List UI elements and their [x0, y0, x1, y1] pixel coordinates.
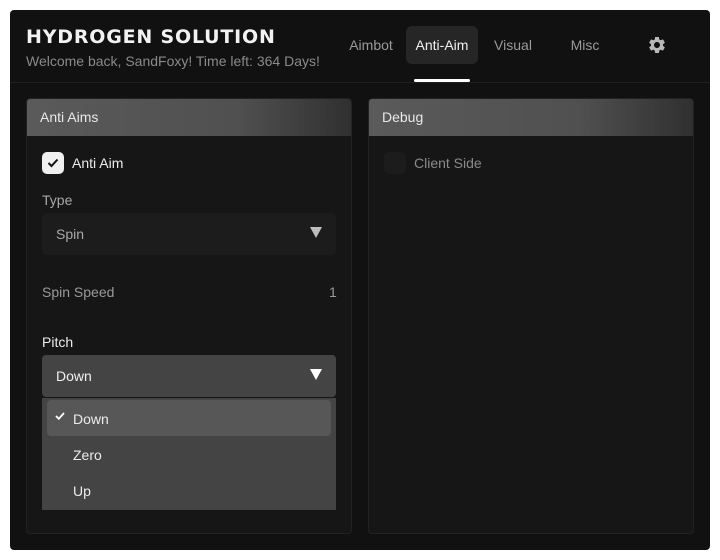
anti-aim-checkbox[interactable] — [42, 152, 64, 174]
gear-icon[interactable] — [647, 35, 667, 55]
debug-panel: Debug Client Side — [368, 98, 694, 534]
check-icon — [47, 158, 59, 168]
chevron-down-icon — [310, 227, 322, 238]
pitch-option-label: Up — [73, 483, 91, 499]
tab-misc[interactable]: Misc — [555, 26, 615, 64]
tab-aimbot[interactable]: Aimbot — [338, 26, 404, 64]
anti-aim-label: Anti Aim — [72, 155, 124, 171]
pitch-option-label: Zero — [73, 447, 102, 463]
pitch-option-down[interactable]: Down — [47, 400, 331, 436]
anti-aims-panel: Anti Aims Anti Aim Type Spin Spin Speed … — [26, 98, 352, 534]
spin-speed-value: 1 — [329, 284, 337, 300]
app-title: HYDROGEN SOLUTION — [26, 26, 276, 48]
pitch-label: Pitch — [42, 334, 74, 350]
spin-speed-label: Spin Speed — [42, 284, 115, 300]
chevron-down-icon — [310, 369, 322, 380]
pitch-option-label: Down — [73, 411, 109, 427]
pitch-option-zero[interactable]: Zero — [47, 436, 331, 472]
tab-visual[interactable]: Visual — [482, 26, 544, 64]
tab-anti-aim[interactable]: Anti-Aim — [406, 26, 478, 64]
type-label: Type — [42, 192, 73, 208]
type-select-value: Spin — [56, 226, 85, 242]
welcome-text: Welcome back, SandFoxy! Time left: 364 D… — [26, 53, 320, 69]
debug-panel-title: Debug — [369, 99, 693, 136]
main-window: HYDROGEN SOLUTION Welcome back, SandFoxy… — [10, 10, 710, 550]
pitch-select[interactable]: Down — [42, 355, 336, 397]
pitch-option-up[interactable]: Up — [47, 472, 331, 508]
client-side-checkbox[interactable] — [384, 152, 406, 174]
anti-aims-panel-title: Anti Aims — [27, 99, 351, 136]
header: HYDROGEN SOLUTION Welcome back, SandFoxy… — [10, 10, 710, 83]
type-select[interactable]: Spin — [42, 213, 336, 255]
client-side-label: Client Side — [414, 155, 482, 171]
pitch-dropdown-menu: Down Zero Up — [42, 398, 336, 510]
check-icon — [55, 412, 65, 420]
active-tab-indicator — [414, 79, 470, 82]
pitch-select-value: Down — [56, 368, 92, 384]
